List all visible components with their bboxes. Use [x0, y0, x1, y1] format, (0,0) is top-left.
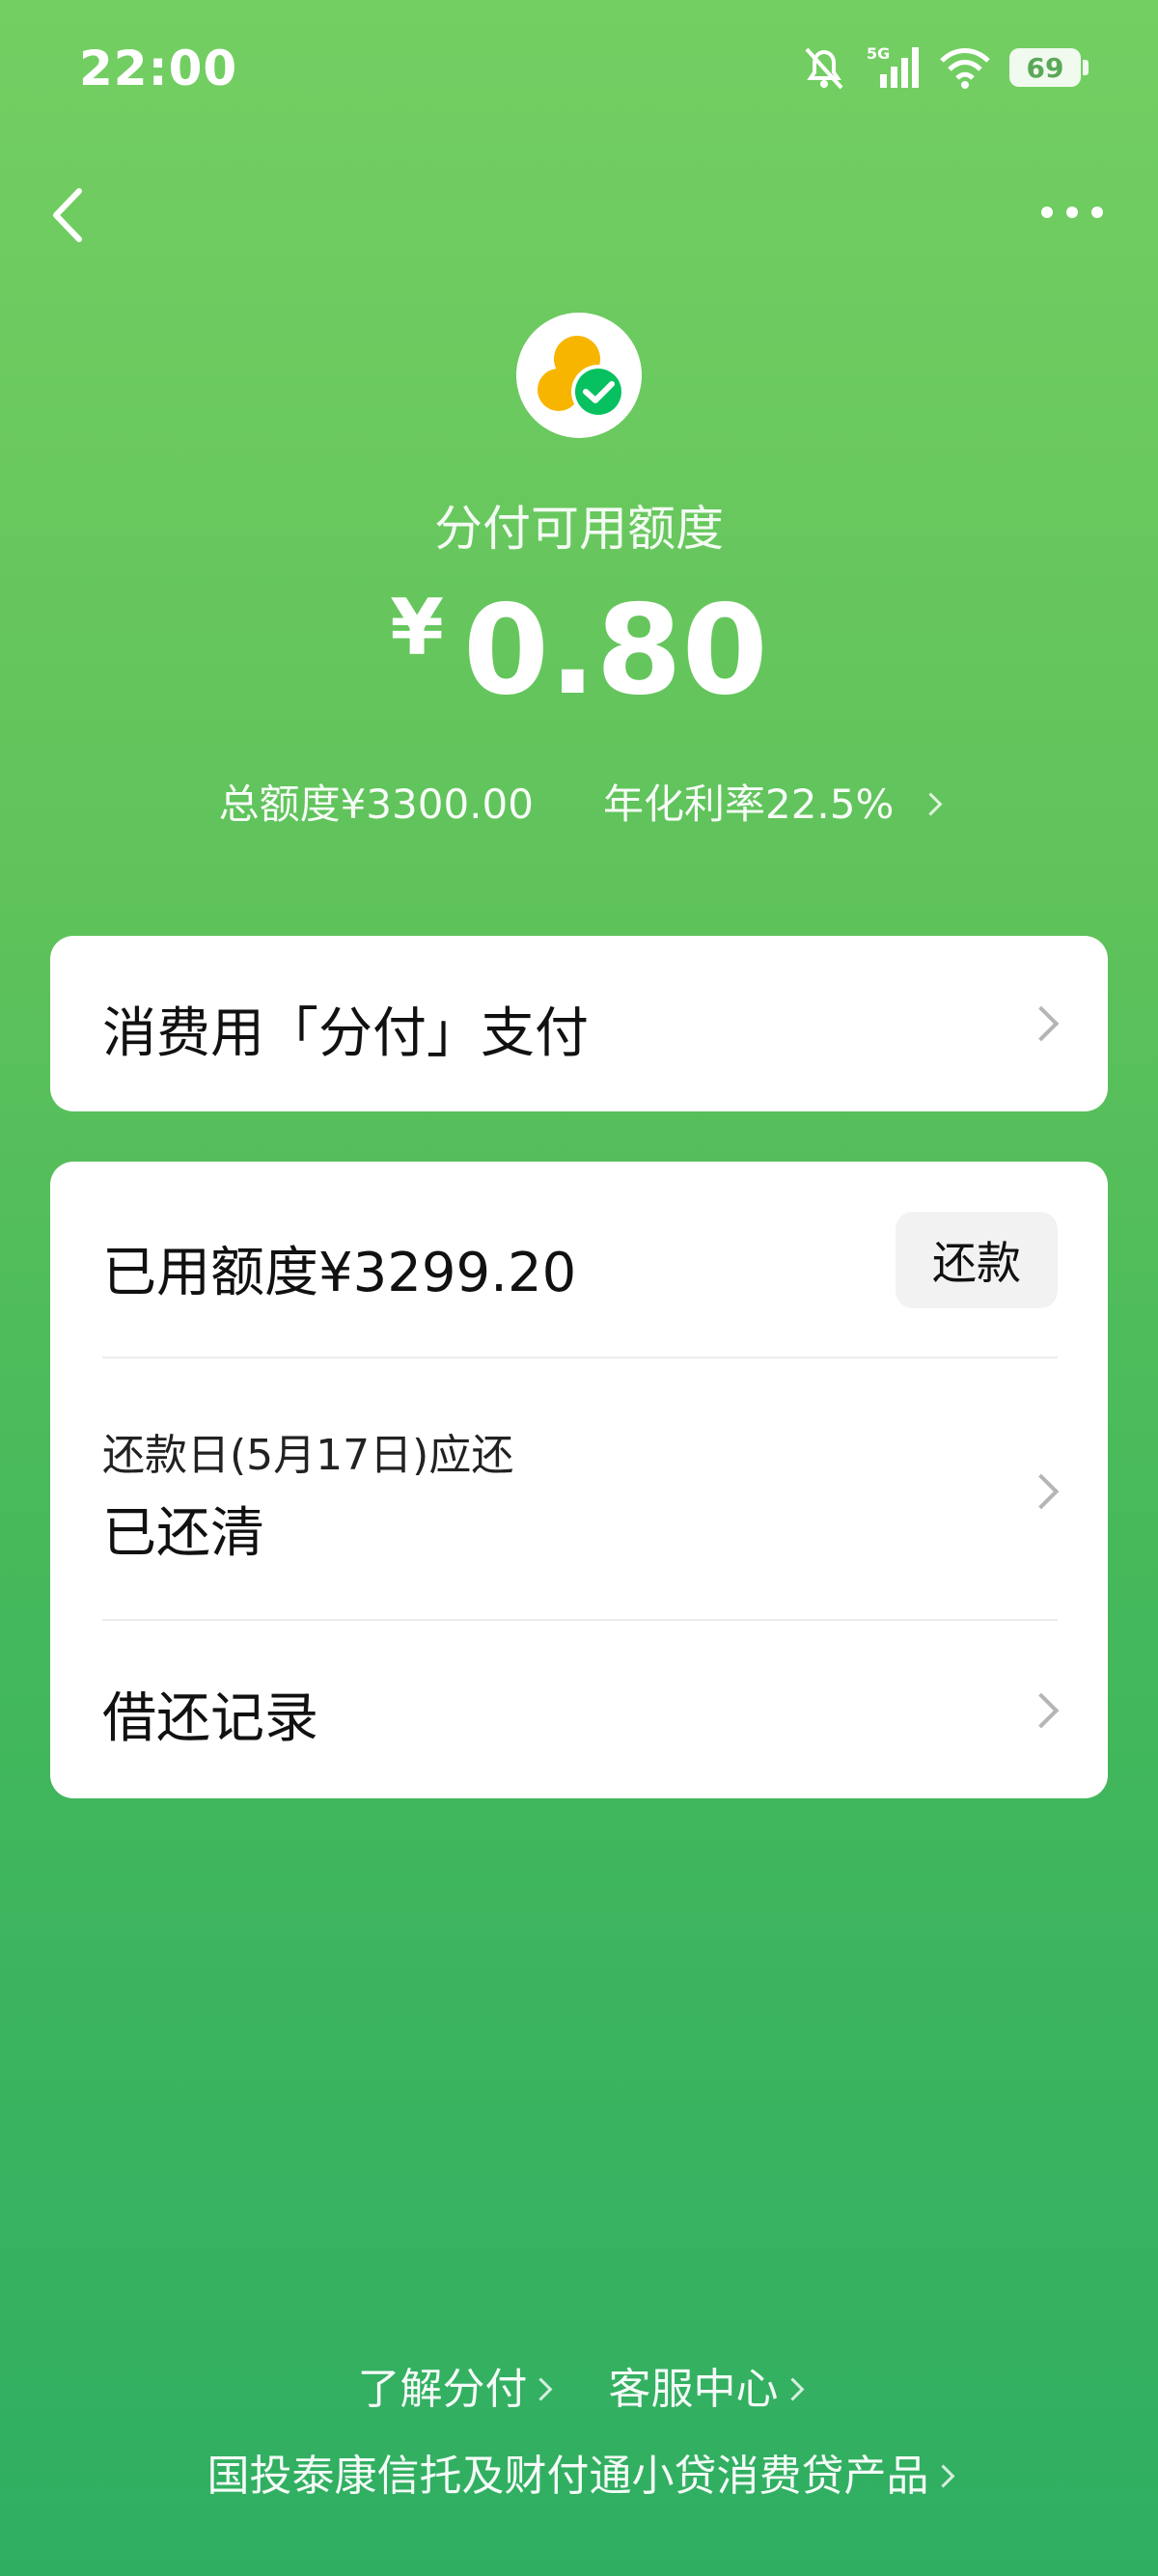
records-label: 借还记录 [102, 1687, 318, 1750]
chevron-right-icon [1023, 1473, 1060, 1510]
pay-with-fenfu-card[interactable]: 消费用「分付」支付 [50, 936, 1108, 1111]
customer-service-label: 客服中心 [608, 2365, 779, 2414]
available-amount: ¥0.80 [0, 579, 1158, 723]
svg-text:5G: 5G [867, 44, 890, 63]
annual-rate-label: 年化利率22.5% [602, 781, 895, 828]
learn-fenfu-label: 了解分付 [357, 2365, 528, 2414]
total-limit: 总额度¥3300.00 [218, 781, 534, 828]
battery-indicator: 69 [1009, 48, 1089, 87]
chevron-right-icon [529, 2377, 553, 2401]
pay-with-fenfu-label: 消费用「分付」支付 [102, 1002, 589, 1065]
provider-note: 国投泰康信托及财付通小贷消费贷产品 [207, 2452, 929, 2501]
due-date-label: 还款日(5月17日)应还 [102, 1431, 514, 1480]
used-limit-label: 已用额度¥3299.20 [102, 1242, 577, 1304]
fenfu-logo [516, 313, 642, 438]
more-options-button[interactable] [1038, 193, 1106, 232]
due-status: 已还清 [102, 1502, 264, 1565]
chevron-right-icon [930, 2464, 955, 2488]
more-dots-icon [1041, 206, 1103, 218]
annual-rate-link[interactable]: 年化利率22.5% [580, 781, 943, 828]
chevron-right-icon [781, 2377, 805, 2401]
signal-icon: 5G [867, 44, 919, 88]
wifi-icon [940, 48, 990, 89]
currency-symbol: ¥ [390, 583, 444, 672]
available-limit-title: 分付可用额度 [434, 501, 724, 557]
customer-service-link[interactable]: 客服中心 [608, 2365, 805, 2414]
usage-card: 已用额度¥3299.20 还款 还款日(5月17日)应还 已还清 借还记录 [50, 1162, 1108, 1798]
status-icons: 5G 69 [799, 39, 1089, 96]
fenfu-coins-icon [538, 336, 625, 419]
borrow-repay-records-row[interactable]: 借还记录 [50, 1621, 1108, 1798]
chevron-right-icon [1023, 1692, 1060, 1729]
footer-links: 了解分付 客服中心 [0, 2354, 1158, 2416]
chevron-right-icon [919, 792, 943, 816]
limit-info-row: 总额度¥3300.00 年化利率22.5% [0, 772, 1158, 831]
available-amount-value: 0.80 [462, 579, 768, 723]
repayment-due-row[interactable]: 还款日(5月17日)应还 已还清 [50, 1358, 1108, 1619]
provider-note-link[interactable]: 国投泰康信托及财付通小贷消费贷产品 [0, 2441, 1158, 2503]
learn-fenfu-link[interactable]: 了解分付 [357, 2365, 553, 2414]
status-bar: 22:00 5G 69 [0, 0, 1158, 145]
chevron-left-icon [53, 188, 82, 242]
back-button[interactable] [46, 181, 104, 249]
chevron-right-icon [1023, 1005, 1060, 1042]
silent-bell-icon [805, 47, 843, 90]
repay-button[interactable]: 还款 [896, 1212, 1058, 1308]
status-time: 22:00 [79, 41, 238, 96]
